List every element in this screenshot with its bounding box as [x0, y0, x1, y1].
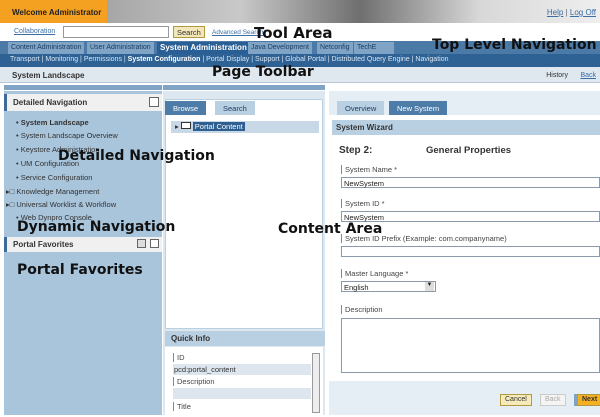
- tab-netconfig[interactable]: Netconfig: [317, 42, 353, 54]
- header-links: Help | Log Off: [547, 8, 596, 17]
- tab-new-system[interactable]: New System: [389, 101, 448, 115]
- help-link[interactable]: Help: [547, 8, 563, 17]
- subnav-monitoring[interactable]: Monitoring: [45, 56, 78, 63]
- subnav-transport[interactable]: Transport: [10, 56, 40, 63]
- subnav-distributed-query-engine[interactable]: Distributed Query Engine: [331, 56, 409, 63]
- annotation-content-area: Content Area: [278, 221, 383, 237]
- back-button[interactable]: Back: [540, 394, 566, 406]
- title-label: Title: [173, 402, 191, 411]
- page-title: System Landscape: [12, 71, 85, 80]
- nav-item-system-landscape[interactable]: • System Landscape: [16, 118, 89, 127]
- collaboration-link[interactable]: Collaboration: [14, 28, 55, 35]
- quick-info-list: ID pcd:portal_content Description Title: [165, 347, 323, 417]
- annotation-tool-area: Tool Area: [254, 24, 333, 42]
- tab-teche[interactable]: TechE: [354, 42, 394, 54]
- system-id-label: System ID *: [341, 199, 385, 208]
- favorites-menu-icon[interactable]: [137, 239, 146, 248]
- chevron-down-icon[interactable]: ▼: [425, 282, 434, 291]
- detailed-navigation-title: Detailed Navigation: [13, 98, 88, 107]
- annotation-top-level-navigation: Top Level Navigation: [432, 37, 597, 53]
- language-select[interactable]: English ▼: [341, 281, 436, 292]
- next-button[interactable]: Next: [574, 394, 600, 406]
- subnav-permissions[interactable]: Permissions: [84, 56, 122, 63]
- annotation-page-toolbar: Page Toolbar: [212, 64, 314, 80]
- nav-item-landscape-overview[interactable]: • System Landscape Overview: [16, 131, 118, 140]
- tab-system-administration[interactable]: System Administration: [157, 42, 250, 54]
- system-name-input[interactable]: NewSystem: [341, 177, 600, 188]
- nav-folder-universal-worklist[interactable]: ▸□ Universal Worklist & Workflow: [6, 200, 116, 209]
- system-name-label: System Name *: [341, 165, 397, 174]
- folder-icon: [180, 122, 191, 129]
- subnav-support[interactable]: Support: [255, 56, 280, 63]
- nav-item-service-configuration[interactable]: • Service Configuration: [16, 173, 92, 182]
- tab-content-administration[interactable]: Content Administration: [8, 42, 85, 54]
- history-menu[interactable]: History: [546, 72, 568, 79]
- navigation-panel: Detailed Navigation • System Landscape •…: [4, 91, 162, 415]
- quick-info-header: Quick Info: [165, 331, 325, 346]
- welcome-message: Welcome Administrator: [0, 0, 107, 23]
- cancel-button[interactable]: Cancel: [500, 394, 532, 406]
- tab-overview[interactable]: Overview: [337, 101, 385, 115]
- tab-search[interactable]: Search: [215, 101, 255, 115]
- subnav-global-portal[interactable]: Global Portal: [285, 56, 325, 63]
- portal-favorites-title: Portal Favorites: [13, 240, 74, 249]
- language-label: Master Language *: [341, 269, 408, 278]
- search-input[interactable]: [63, 26, 169, 38]
- wizard-header: System Wizard: [332, 120, 600, 135]
- logoff-link[interactable]: Log Off: [570, 8, 596, 17]
- scrollbar[interactable]: [312, 353, 320, 413]
- description-label: Description: [341, 305, 383, 314]
- annotation-dynamic-navigation: Dynamic Navigation: [17, 219, 176, 235]
- annotation-detailed-navigation: Detailed Navigation: [58, 148, 215, 164]
- subnav-navigation[interactable]: Navigation: [415, 56, 448, 63]
- description-label: Description: [173, 377, 215, 386]
- step-title: General Properties: [426, 145, 512, 156]
- annotation-portal-favorites: Portal Favorites: [17, 262, 143, 278]
- description-textarea[interactable]: [341, 318, 600, 373]
- portal-header: Welcome Administrator Help | Log Off: [0, 0, 600, 23]
- maximize-icon[interactable]: [150, 239, 159, 248]
- panel-splitter[interactable]: [0, 84, 600, 91]
- portal-favorites-header: Portal Favorites: [4, 237, 162, 252]
- subnav-system-configuration[interactable]: System Configuration: [128, 56, 201, 63]
- prefix-input[interactable]: [341, 246, 600, 257]
- id-label: ID: [173, 353, 185, 362]
- nav-folder-knowledge-management[interactable]: ▸□ Knowledge Management: [6, 187, 99, 196]
- subnav-portal-display[interactable]: Portal Display: [206, 56, 249, 63]
- search-button[interactable]: Search: [173, 26, 205, 38]
- tab-user-administration[interactable]: User Administration: [87, 42, 154, 54]
- content-browser-panel: Browse Search ▸ Portal Content Quick Info…: [163, 91, 325, 417]
- detailed-navigation-header: Detailed Navigation: [4, 94, 162, 111]
- tree-item-portal-content[interactable]: ▸ Portal Content: [171, 121, 319, 133]
- content-area: Overview New System System Wizard Step 2…: [329, 91, 600, 415]
- id-value: pcd:portal_content: [173, 364, 311, 375]
- step-number: Step 2:: [339, 145, 373, 156]
- tab-browse[interactable]: Browse: [165, 101, 207, 115]
- back-link[interactable]: Back: [580, 72, 596, 79]
- tab-java-development[interactable]: Java Development: [248, 42, 312, 54]
- separator: |: [565, 8, 568, 17]
- collapse-icon[interactable]: [149, 97, 159, 107]
